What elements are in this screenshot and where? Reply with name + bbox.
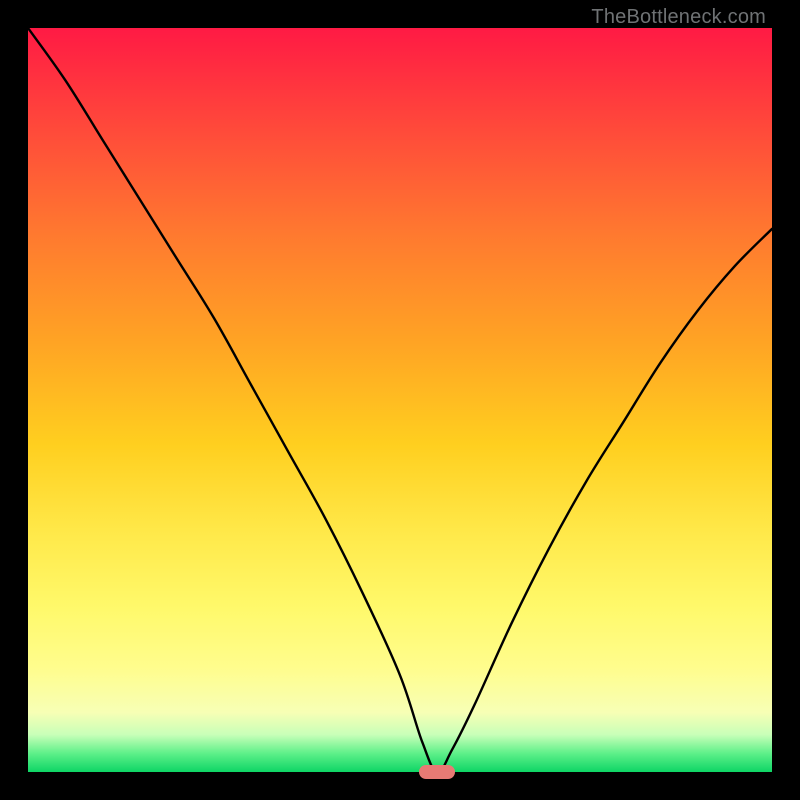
attribution-watermark: TheBottleneck.com	[591, 6, 766, 29]
bottleneck-curve	[28, 28, 772, 772]
optimal-point-marker	[419, 765, 455, 779]
chart-plot-area	[28, 28, 772, 772]
